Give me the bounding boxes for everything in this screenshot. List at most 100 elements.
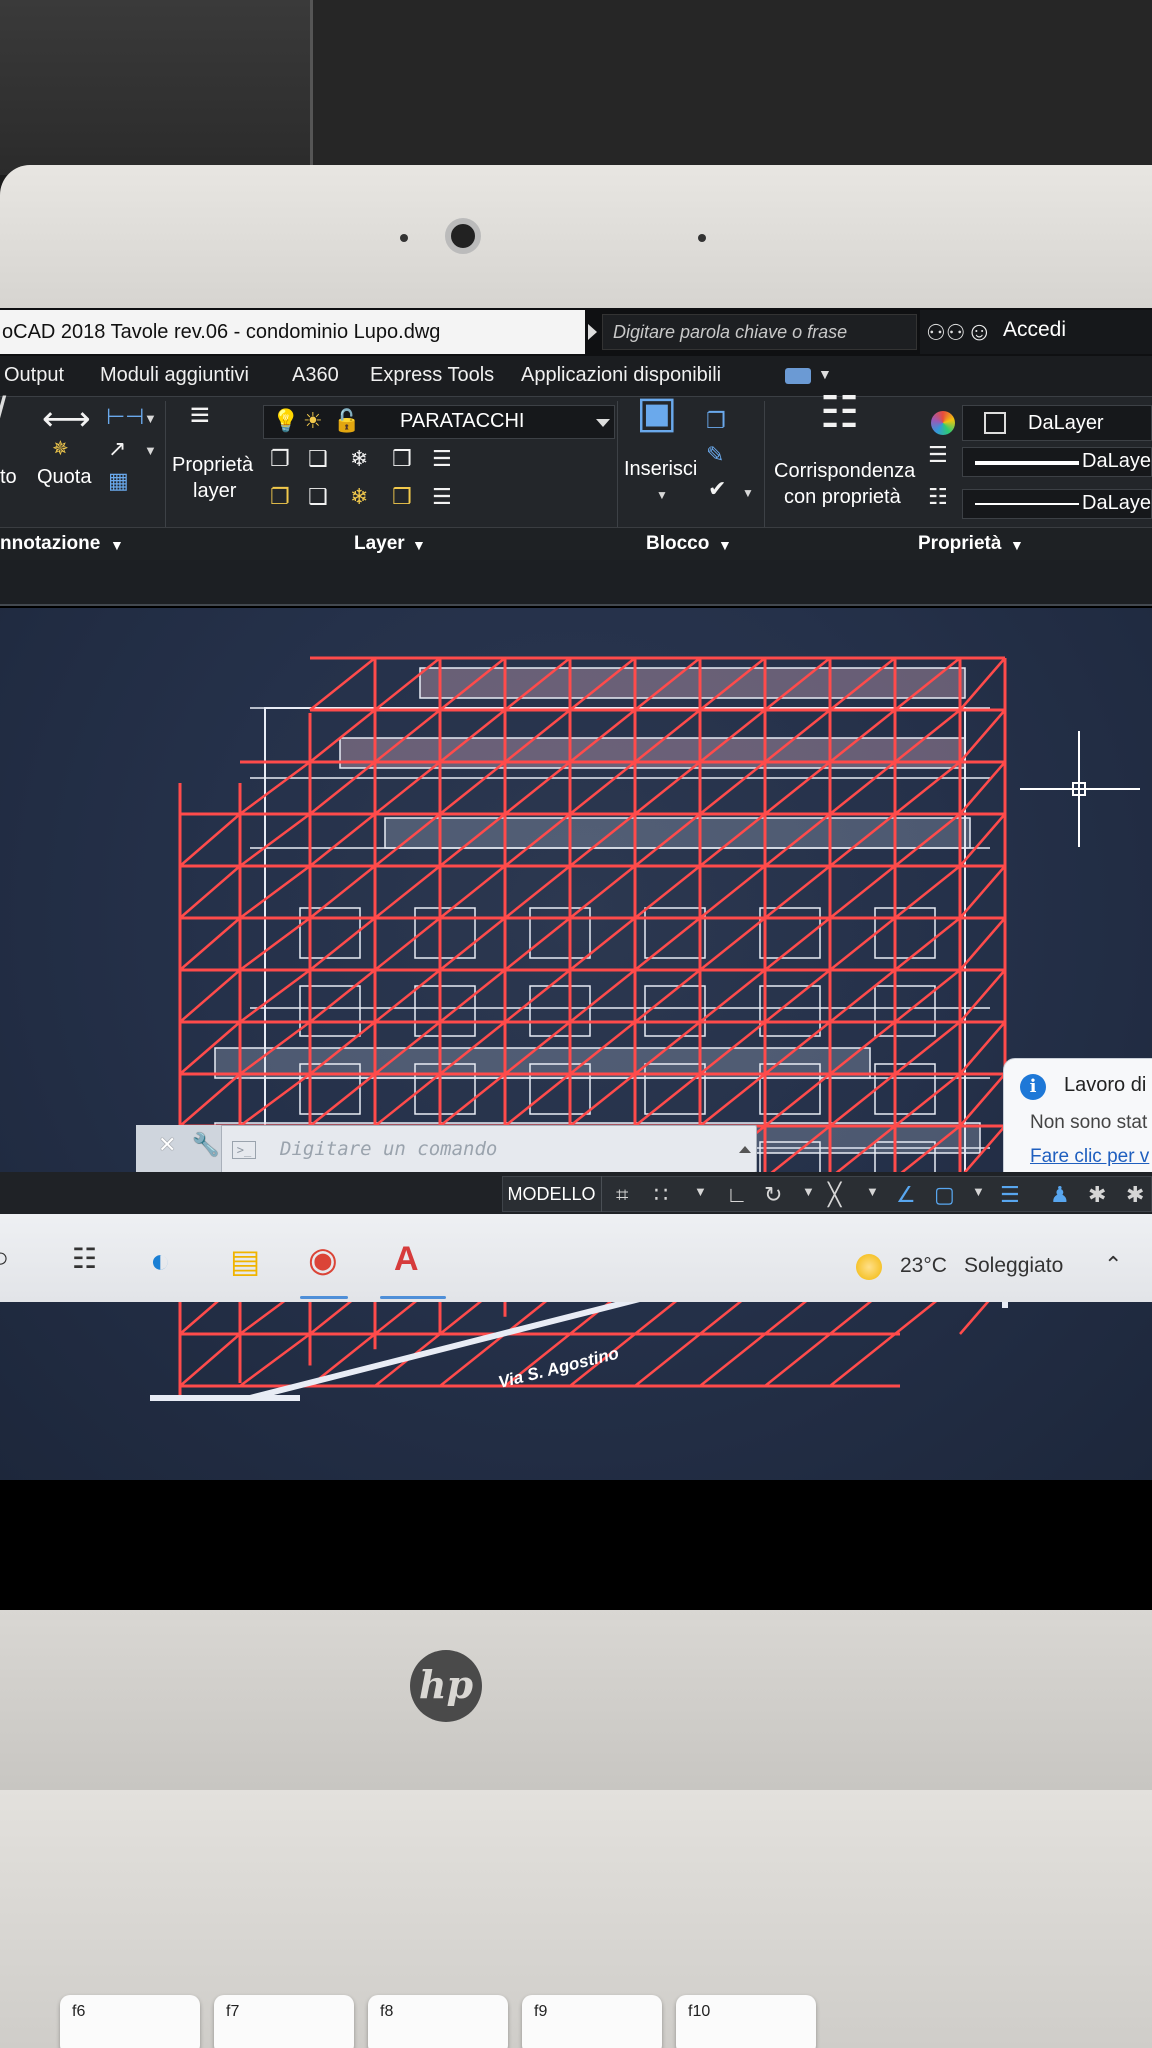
chevron-up-icon[interactable]: ⌃ [1104,1252,1122,1278]
wrench-icon[interactable]: 🔧 [192,1132,219,1158]
annotation-scale-icon[interactable]: ♟ [1050,1182,1070,1208]
properties-panel-label[interactable]: Proprietà [918,533,1001,555]
block-panel-label[interactable]: Blocco [646,533,709,555]
tab-a360[interactable]: A360 [292,364,339,387]
chevron-down-icon[interactable]: ▼ [694,1184,707,1199]
chevron-up-icon[interactable] [739,1146,751,1153]
weather-description[interactable]: Soleggiato [964,1254,1063,1278]
layer-unlock-icon[interactable]: ❒ [392,485,412,509]
scaffold-diagonal [634,1333,701,1387]
layer-freeze-icon[interactable]: ❄ [350,447,368,471]
ribbon-toggle-icon[interactable] [785,368,811,384]
task-view-icon[interactable]: ☷ [72,1242,97,1275]
layer-on-icon[interactable]: ❐ [270,485,290,509]
isometric-icon[interactable]: ╳ [828,1182,841,1208]
sun-icon[interactable] [856,1254,882,1280]
match-properties-icon[interactable]: ☷ [820,391,859,435]
chevron-down-icon[interactable]: ▼ [802,1184,815,1199]
chevron-down-icon[interactable]: ▼ [110,537,124,553]
color-wheel-icon[interactable] [931,411,955,435]
edit-block-icon[interactable]: ✎ [706,443,724,467]
create-block-icon[interactable]: ❐ [706,409,726,433]
layer-thaw-icon[interactable]: ❄ [350,485,368,509]
layer-match-icon[interactable]: ☰ [432,485,452,509]
block-attributes-icon[interactable]: ✔ [708,477,726,501]
text-tool-icon[interactable]: / [0,391,6,435]
layer-make-current-icon[interactable]: ☰ [432,447,452,471]
leader-icon[interactable]: ↗ [108,437,126,461]
binoculars-icon[interactable]: ⚇⚇ [926,320,965,346]
weather-temperature[interactable]: 23°C [900,1254,947,1278]
layer-lock-icon[interactable]: ❒ [392,447,412,471]
text-button[interactable]: to [0,465,17,489]
keyword-search-input[interactable]: Digitare parola chiave o frase [602,314,917,350]
edge-browser-icon[interactable]: ◐ [150,1242,171,1281]
command-input[interactable]: Digitare un comando [280,1138,497,1160]
key-f10[interactable]: f10 [676,1995,816,2048]
chevron-down-icon[interactable]: ▼ [818,366,832,382]
chevron-down-icon[interactable] [596,419,610,427]
tab-output[interactable]: Output [4,364,64,387]
ortho-icon[interactable]: ∟ [726,1182,748,1208]
key-f7[interactable]: f7 [214,1995,354,2048]
layer-unisolate-icon[interactable]: ❑ [308,485,328,509]
scaffold-diagonal [634,865,701,919]
match-properties-button-line2[interactable]: con proprietà [784,485,901,509]
layer-properties-button-line2[interactable]: layer [193,479,236,503]
key-f8[interactable]: f8 [368,1995,508,2048]
layer-panel-label[interactable]: Layer [354,533,405,555]
notification-link[interactable]: Fare clic per v [1030,1146,1149,1168]
key-f9[interactable]: f9 [522,1995,662,2048]
user-icon[interactable]: ☺ [966,316,993,347]
chevron-down-icon[interactable]: ▼ [718,537,732,553]
model-space-button[interactable]: MODELLO [502,1176,602,1212]
layer-isolate-icon[interactable]: ❑ [308,447,328,471]
chevron-down-icon[interactable]: ▼ [972,1184,985,1199]
search-icon[interactable]: ○ [0,1242,9,1274]
polar-icon[interactable]: ↻ [764,1182,782,1208]
chevron-down-icon[interactable]: ▼ [866,1184,879,1199]
file-explorer-icon[interactable]: ▤ [230,1242,260,1280]
dimension-icon[interactable]: ⟷ [42,402,91,436]
chevron-down-icon[interactable]: ▼ [656,483,668,507]
tab-express-tools[interactable]: Express Tools [370,364,494,387]
layer-properties-button-line1[interactable]: Proprietà [172,453,253,477]
insert-block-icon[interactable]: ▣ [636,391,678,435]
chevron-down-icon[interactable]: ▼ [1010,537,1024,553]
layer-off-icon[interactable]: ❐ [270,447,290,471]
lineweight-toggle-icon[interactable]: ☰ [1000,1182,1020,1208]
workspace-icon[interactable]: ✱ [1088,1182,1106,1208]
dimension-button[interactable]: Quota [37,465,91,489]
current-layer-name[interactable]: PARATACCHI [400,410,524,433]
close-icon[interactable]: ✕ [158,1132,176,1158]
scaffold-diagonal [959,709,1006,763]
layer-properties-icon[interactable]: ≡ [190,398,210,432]
command-prompt-icon[interactable]: >_ [232,1141,256,1159]
bulb-icon[interactable]: 💡 [272,409,299,433]
autocad-app-icon[interactable]: A [394,1240,419,1279]
chevron-down-icon[interactable]: ▼ [412,537,426,553]
scaffold-diagonal [699,865,766,919]
key-f6[interactable]: f6 [60,1995,200,2048]
sun-icon[interactable]: ☀ [303,409,323,433]
linear-dim-icon[interactable]: ⊢⊣ [106,405,144,429]
object-snap-tracking-icon[interactable]: ∠ [896,1182,916,1208]
unlock-icon[interactable]: 🔓 [333,409,360,433]
match-properties-button-line1[interactable]: Corrispondenza [774,459,915,483]
annotation-visibility-icon[interactable]: ✱ [1126,1182,1144,1208]
drawing-canvas[interactable]: Via S. Agostino [0,608,1152,1480]
chevron-down-icon[interactable]: ▼ [742,481,754,505]
tab-addins[interactable]: Moduli aggiuntivi [100,364,249,387]
snap-icon[interactable]: ∷ [654,1182,668,1208]
table-icon[interactable]: ▦ [108,469,129,493]
chevron-down-icon[interactable]: ▼ [144,439,157,463]
grid-icon[interactable]: ⌗ [616,1182,628,1208]
tab-app-store[interactable]: Applicazioni disponibili [521,364,721,387]
chrome-browser-icon[interactable]: ◉ [308,1240,338,1280]
chevron-down-icon[interactable]: ▼ [144,407,157,431]
annotation-panel-label[interactable]: nnotazione [0,533,100,555]
insert-button[interactable]: Inserisci [624,457,697,481]
search-expand-icon[interactable] [588,324,597,340]
login-button[interactable]: Accedi [1003,318,1066,342]
object-snap-icon[interactable]: ▢ [934,1182,955,1208]
